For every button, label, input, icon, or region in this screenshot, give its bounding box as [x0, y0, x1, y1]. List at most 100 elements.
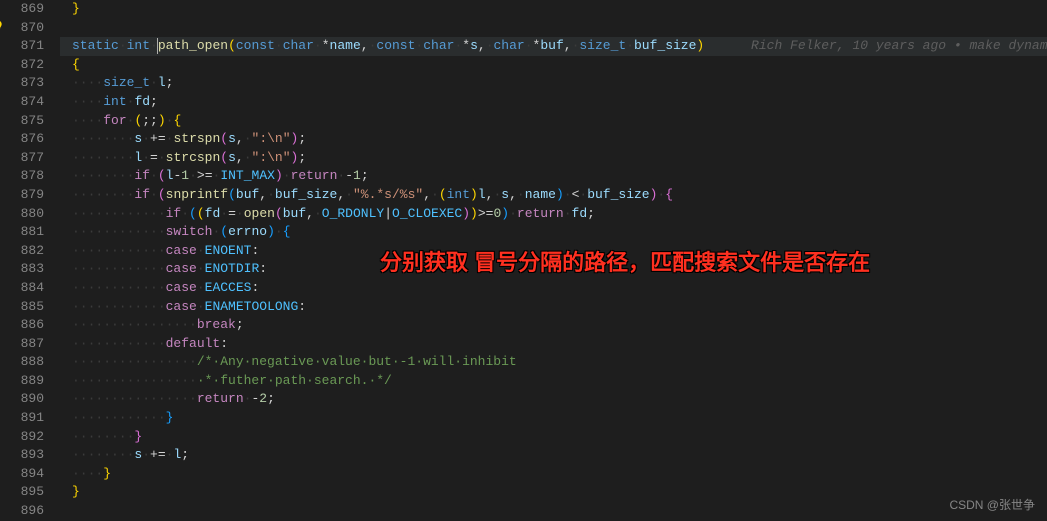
code-line[interactable]: static·int·path_open(const·char·*name,·c…: [60, 37, 1047, 56]
code-line[interactable]: {: [60, 56, 1047, 75]
token-ctrl: case: [166, 243, 197, 258]
token-ws: ················: [72, 373, 197, 388]
line-number: 879: [0, 186, 44, 205]
code-line[interactable]: }: [60, 0, 1047, 19]
code-line[interactable]: ············switch·(errno)·{: [60, 223, 1047, 242]
code-line[interactable]: [60, 502, 1047, 521]
token-paren3: {: [283, 224, 291, 239]
token-ws: ·: [486, 38, 494, 53]
code-line[interactable]: ············case·EACCES:: [60, 279, 1047, 298]
token-const: ENOENT: [205, 243, 252, 258]
token-var: fd: [205, 206, 221, 221]
code-line[interactable]: }: [60, 483, 1047, 502]
token-op: *: [322, 38, 330, 53]
code-line[interactable]: ············case·ENAMETOOLONG:: [60, 298, 1047, 317]
token-paren: ): [470, 187, 478, 202]
code-line[interactable]: ········if·(l-1·>=·INT_MAX)·return·-1;: [60, 167, 1047, 186]
token-ws: ·: [275, 224, 283, 239]
code-line[interactable]: [60, 19, 1047, 38]
token-ws: ············: [72, 336, 166, 351]
lightbulb-icon[interactable]: 💡: [0, 19, 5, 38]
token-ws: ····: [72, 94, 103, 109]
token-op: >=: [197, 168, 213, 183]
token-var: buf: [283, 206, 306, 221]
code-line[interactable]: ············}: [60, 409, 1047, 428]
token-op: ,: [236, 131, 244, 146]
line-number: 871: [0, 37, 44, 56]
token-const: O_CLOEXEC: [392, 206, 462, 221]
token-paren2: ): [462, 206, 470, 221]
token-ctrl: return: [291, 168, 338, 183]
token-ws: ················: [72, 317, 197, 332]
code-line[interactable]: ····int·fd;: [60, 93, 1047, 112]
line-number: 877: [0, 149, 44, 168]
code-line[interactable]: ····for·(;;)·{: [60, 112, 1047, 131]
code-line[interactable]: ········}: [60, 428, 1047, 447]
token-op: -: [345, 168, 353, 183]
token-ws: ············: [72, 280, 166, 295]
line-number: 874: [0, 93, 44, 112]
token-var: l: [158, 75, 166, 90]
token-ws: ·: [564, 206, 572, 221]
code-line[interactable]: ············default:: [60, 335, 1047, 354]
token-op: :: [251, 243, 259, 258]
code-line[interactable]: ················/*·Any·negative·value·bu…: [60, 353, 1047, 372]
token-ws: ········: [72, 429, 134, 444]
token-paren: }: [72, 484, 80, 499]
code-line[interactable]: ········s·+=·l;: [60, 446, 1047, 465]
token-paren2: ): [275, 168, 283, 183]
token-ws: ·: [181, 206, 189, 221]
token-type: int: [447, 187, 470, 202]
token-ws: ············: [72, 243, 166, 258]
git-blame-annotation: Rich Felker, 10 years ago • make dynami: [704, 38, 1047, 53]
token-ws: ·: [150, 187, 158, 202]
token-var: buf_size: [634, 38, 696, 53]
code-line[interactable]: ················break;: [60, 316, 1047, 335]
token-op: ,: [306, 206, 314, 221]
token-paren: {: [72, 57, 80, 72]
token-ws: ············: [72, 299, 166, 314]
token-ws: ·: [517, 187, 525, 202]
token-ws: ·: [244, 131, 252, 146]
token-type: size_t: [103, 75, 150, 90]
token-ctrl: switch: [166, 224, 213, 239]
token-var: name: [525, 187, 556, 202]
token-ws: ············: [72, 261, 166, 276]
token-ctrl: case: [166, 261, 197, 276]
line-number: 893: [0, 446, 44, 465]
token-paren3: (: [228, 187, 236, 202]
token-ws: ·: [197, 299, 205, 314]
token-ws: ·: [525, 38, 533, 53]
token-ws: ····: [72, 75, 103, 90]
token-paren: }: [103, 466, 111, 481]
token-fn: path_open: [158, 38, 228, 53]
code-line[interactable]: ········l·=·strcspn(s,·":\n");: [60, 149, 1047, 168]
token-op: +=: [150, 447, 166, 462]
token-op: ;;: [142, 113, 158, 128]
line-number: 894: [0, 465, 44, 484]
token-ws: ·: [197, 280, 205, 295]
code-line[interactable]: ········if·(snprintf(buf,·buf_size,·"%.*…: [60, 186, 1047, 205]
token-ws: ·: [220, 206, 228, 221]
code-line[interactable]: ················return·-2;: [60, 390, 1047, 409]
token-type: int: [127, 38, 150, 53]
token-cmt: ·*·futher·path·search.·*/: [197, 373, 392, 388]
token-paren: }: [72, 1, 80, 16]
token-op: ,: [361, 38, 369, 53]
token-ctrl: return: [517, 206, 564, 221]
code-line[interactable]: ·················*·futher·path·search.·*…: [60, 372, 1047, 391]
code-line[interactable]: ····}: [60, 465, 1047, 484]
line-number: 892: [0, 428, 44, 447]
token-fn: strcspn: [166, 150, 221, 165]
token-op: ,: [236, 150, 244, 165]
token-var: buf_size: [275, 187, 337, 202]
code-line[interactable]: ····size_t·l;: [60, 74, 1047, 93]
token-paren3: (: [220, 224, 228, 239]
token-const: ENAMETOOLONG: [205, 299, 299, 314]
code-line[interactable]: ········s·+=·strspn(s,·":\n");: [60, 130, 1047, 149]
token-ws: ·: [267, 187, 275, 202]
token-ws: ····: [72, 466, 103, 481]
code-line[interactable]: ············if·((fd·=·open(buf,·O_RDONLY…: [60, 205, 1047, 224]
line-number: 891: [0, 409, 44, 428]
token-op: ,: [423, 187, 431, 202]
